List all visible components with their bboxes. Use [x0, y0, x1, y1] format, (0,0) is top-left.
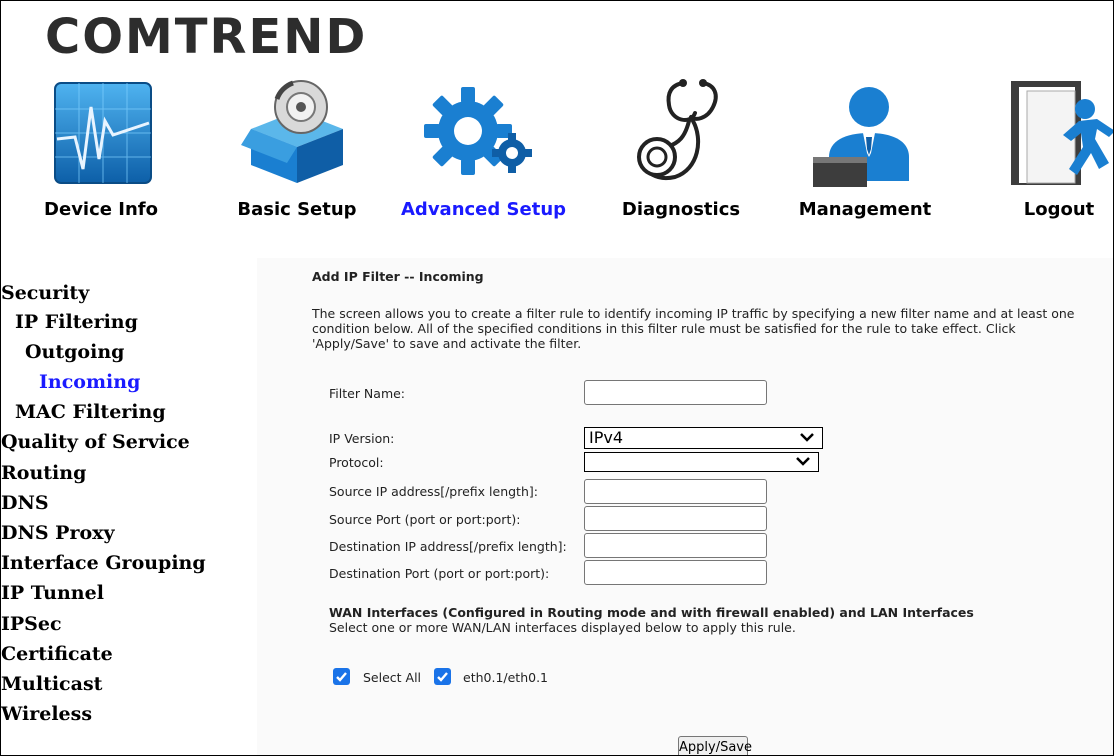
nav-label-diagnostics: Diagnostics [621, 199, 741, 220]
sidebar-item-ip-filtering[interactable]: IP Filtering [15, 311, 138, 333]
nav-diagnostics[interactable]: Diagnostics [611, 71, 751, 231]
gears-icon [424, 87, 532, 175]
top-nav: Device Info Basic Setup Advanced Setup D… [1, 71, 1113, 231]
manager-person-icon [813, 87, 909, 187]
ip-version-label: IP Version: [329, 431, 395, 446]
nav-management[interactable]: Management [795, 71, 935, 231]
source-port-label: Source Port (port or port:port): [329, 512, 521, 527]
wan-interfaces-heading: WAN Interfaces (Configured in Routing mo… [329, 605, 974, 620]
main-content: Add IP Filter -- Incoming The screen all… [257, 258, 1113, 755]
destination-ip-label: Destination IP address[/prefix length]: [329, 539, 567, 554]
sidebar-item-security[interactable]: Security [1, 282, 89, 304]
nav-advanced-setup[interactable]: Advanced Setup [401, 71, 567, 231]
nav-label-advanced-setup: Advanced Setup [401, 199, 567, 220]
comtrend-logo: COMTREND [45, 9, 368, 65]
sidebar-item-mac-filtering[interactable]: MAC Filtering [15, 401, 166, 423]
page-title: Add IP Filter -- Incoming [312, 269, 484, 284]
disc-box-icon [241, 80, 343, 183]
wan-interfaces-description: Select one or more WAN/LAN interfaces di… [329, 620, 796, 635]
apply-save-button[interactable]: Apply/Save [678, 736, 752, 755]
nav-label-management: Management [798, 199, 932, 220]
nav-label-device-info: Device Info [44, 199, 158, 220]
sidebar-item-ip-tunnel[interactable]: IP Tunnel [1, 582, 104, 604]
router-admin-page: COMTREND Device Info Basic Setup Advance… [0, 0, 1114, 756]
interface-checkbox[interactable] [434, 668, 451, 685]
select-all-label: Select All [363, 670, 422, 685]
destination-port-label: Destination Port (port or port:port): [329, 566, 550, 581]
sidebar-item-dns-proxy[interactable]: DNS Proxy [1, 522, 115, 544]
protocol-label: Protocol: [329, 455, 384, 470]
source-ip-label: Source IP address[/prefix length]: [329, 484, 538, 499]
sidebar-item-incoming[interactable]: Incoming [39, 371, 140, 393]
heartbeat-monitor-icon [54, 82, 152, 184]
protocol-select[interactable] [584, 452, 819, 472]
sidebar-item-multicast[interactable]: Multicast [1, 673, 102, 695]
chevron-down-icon [796, 457, 810, 466]
select-all-checkbox[interactable] [333, 668, 350, 685]
checkmark-icon [336, 672, 347, 682]
destination-ip-input[interactable] [584, 533, 767, 558]
sidebar-item-routing[interactable]: Routing [1, 462, 86, 484]
exit-door-icon [1011, 81, 1113, 185]
chevron-down-icon [800, 433, 814, 442]
sidebar-item-wireless[interactable]: Wireless [1, 703, 92, 725]
destination-port-input[interactable] [584, 560, 767, 585]
source-ip-input[interactable] [584, 479, 767, 504]
source-port-input[interactable] [584, 506, 767, 531]
filter-name-input[interactable] [584, 380, 767, 405]
stethoscope-icon [637, 79, 718, 180]
interface-label: eth0.1/eth0.1 [463, 670, 548, 685]
nav-logout[interactable]: Logout [1009, 71, 1113, 231]
sidebar-item-interface-grouping[interactable]: Interface Grouping [1, 552, 206, 574]
sidebar-item-dns[interactable]: DNS [1, 492, 49, 514]
nav-device-info[interactable]: Device Info [41, 71, 161, 231]
sidebar-item-outgoing[interactable]: Outgoing [25, 341, 124, 363]
sidebar-item-qos[interactable]: Quality of Service [1, 431, 190, 453]
page-description: The screen allows you to create a filter… [312, 306, 1075, 351]
ip-version-value: IPv4 [589, 428, 624, 447]
nav-basic-setup[interactable]: Basic Setup [237, 71, 357, 231]
filter-name-label: Filter Name: [329, 386, 406, 401]
sidebar-item-ipsec[interactable]: IPSec [1, 613, 62, 635]
nav-label-logout: Logout [1023, 199, 1095, 220]
sidebar-item-certificate[interactable]: Certificate [1, 643, 113, 665]
checkmark-icon [437, 672, 448, 682]
nav-label-basic-setup: Basic Setup [237, 199, 357, 220]
ip-version-select[interactable]: IPv4 [584, 427, 823, 449]
